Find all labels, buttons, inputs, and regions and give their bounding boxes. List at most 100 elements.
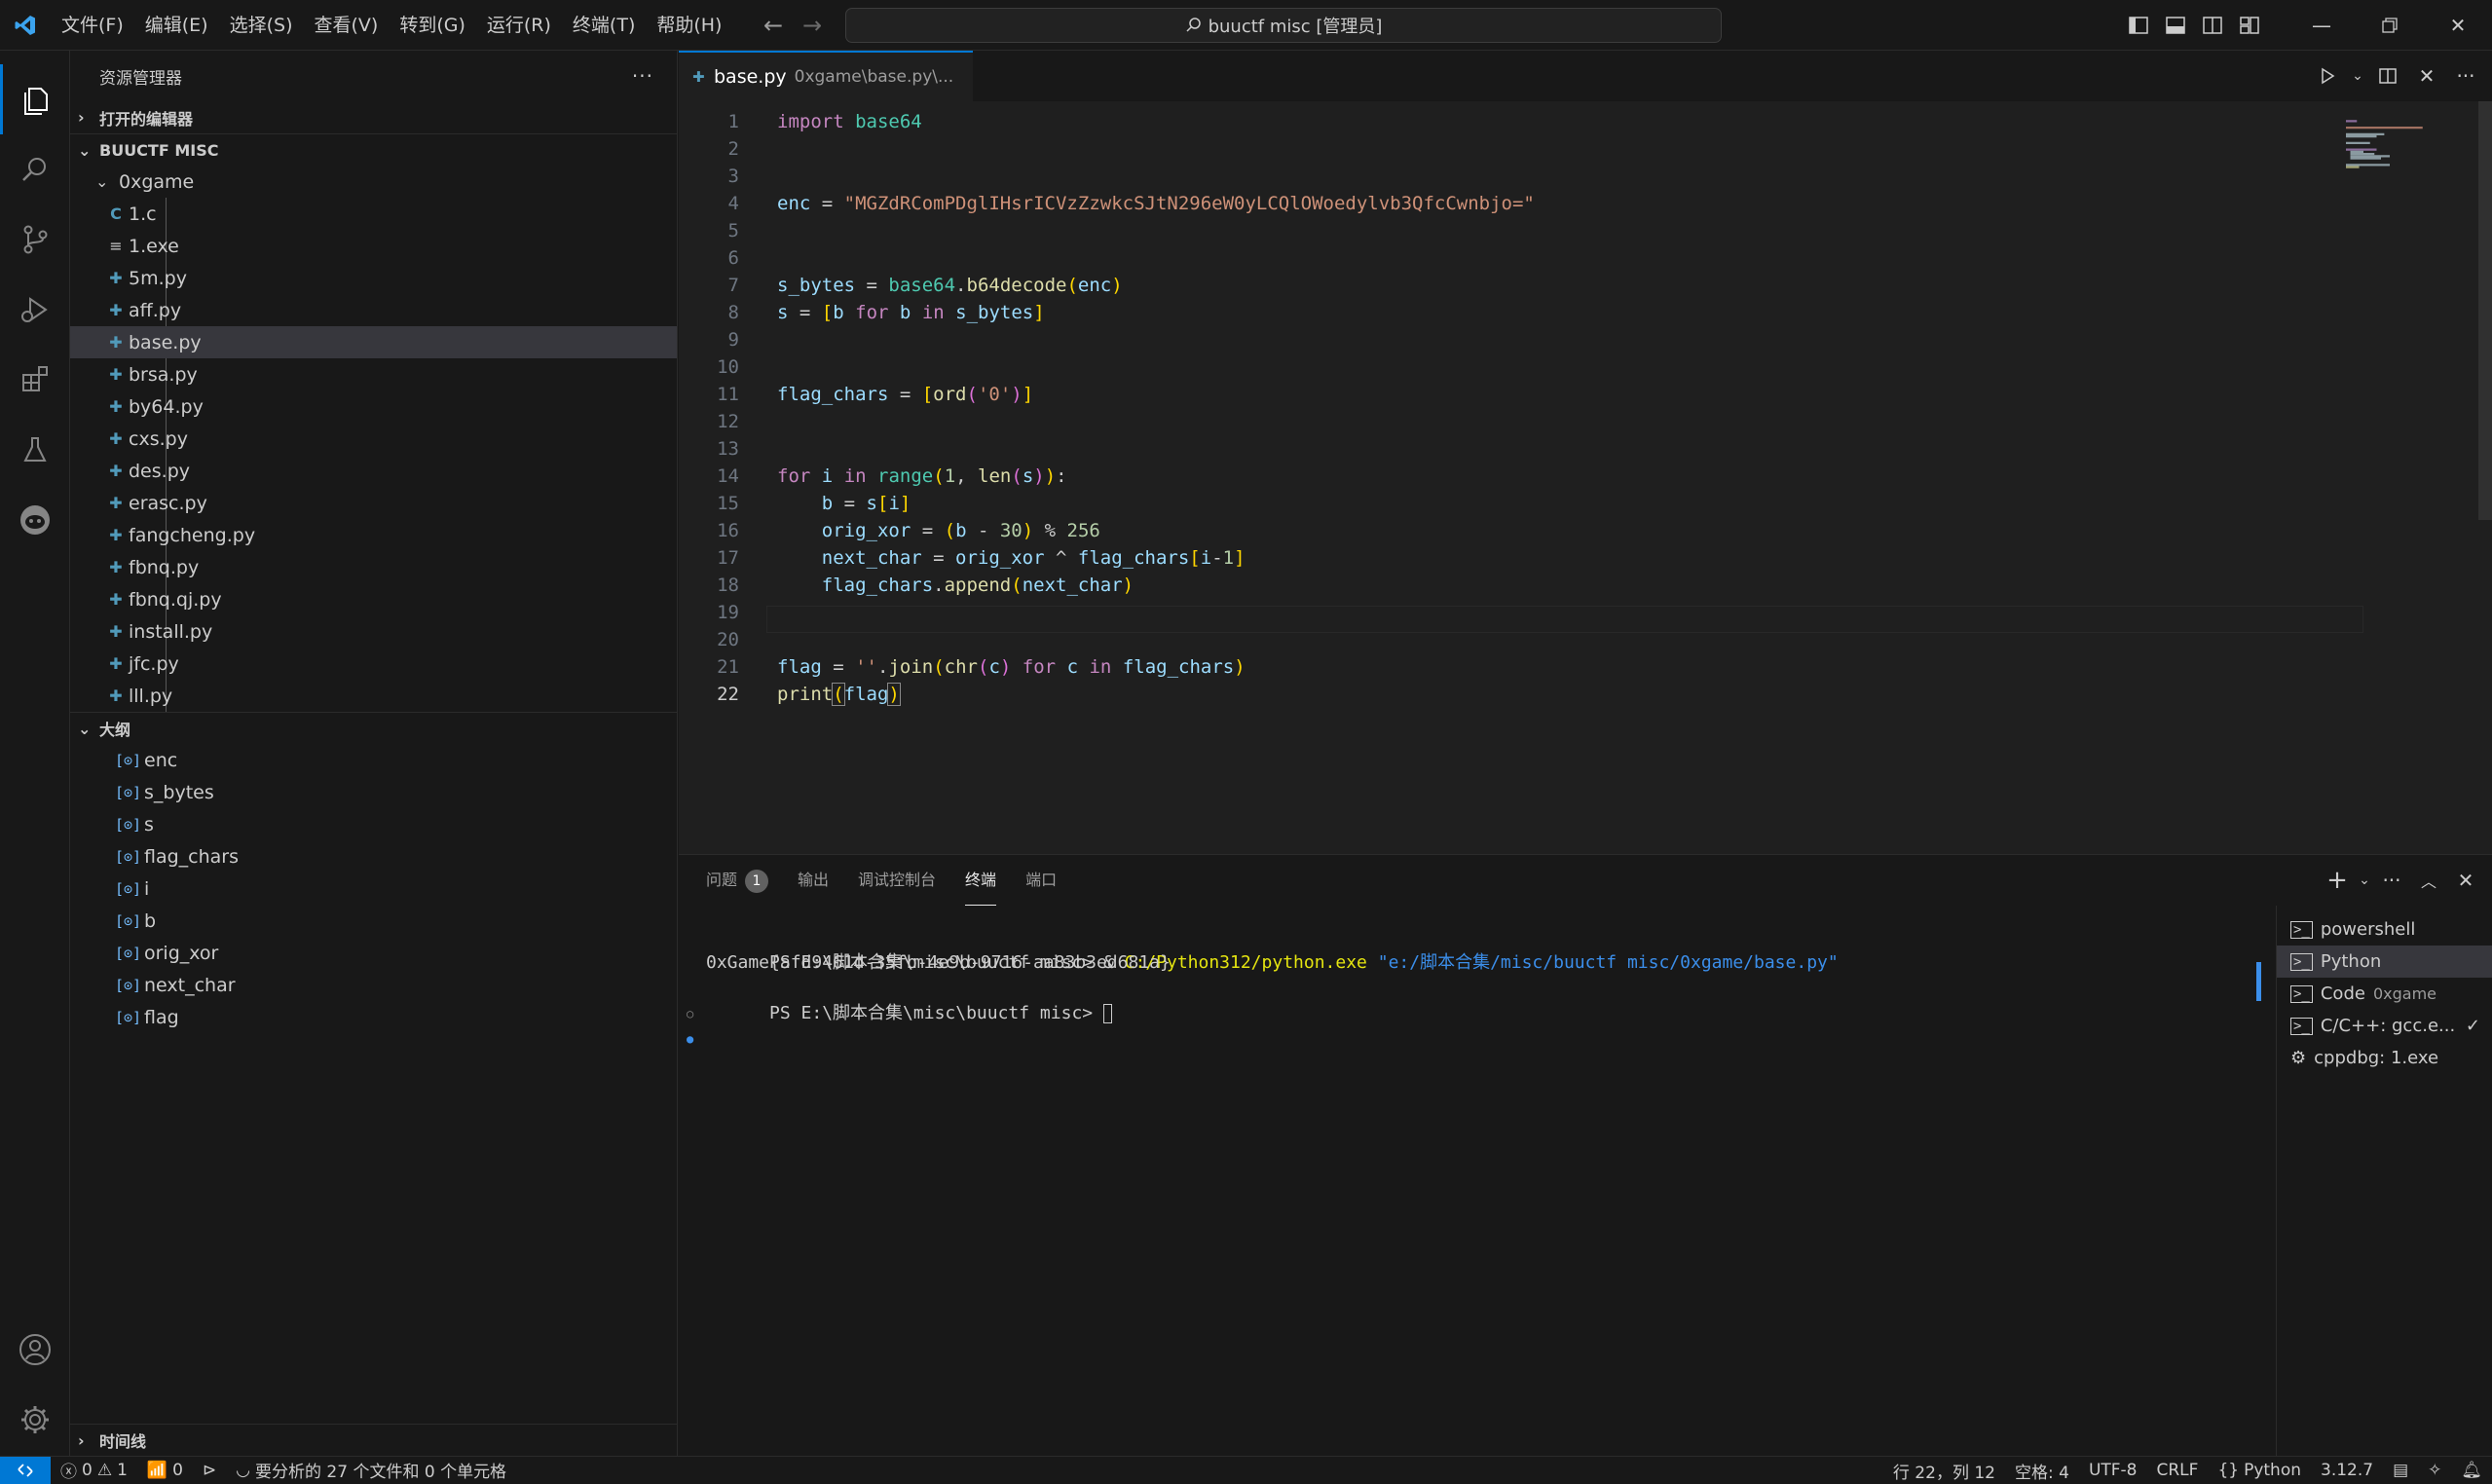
debug-status-icon[interactable]: ⊳ — [193, 1457, 226, 1484]
extensions-icon[interactable] — [0, 345, 70, 415]
open-editors-section[interactable]: › 打开的编辑器 — [70, 101, 677, 133]
more-actions-icon[interactable]: ··· — [2447, 57, 2484, 94]
file-item[interactable]: ✚ aff.py — [70, 294, 677, 326]
terminal-output[interactable]: PS E:\脚本合集\misc\buuctf misc> & C:/Python… — [687, 925, 1839, 1046]
file-item[interactable]: C 1.c — [70, 198, 677, 230]
maximize-panel-icon[interactable]: ︿ — [2410, 862, 2447, 899]
chevron-down-icon[interactable]: ⌄ — [2356, 862, 2373, 899]
more-actions-icon[interactable]: ··· — [632, 64, 653, 88]
terminal-item[interactable]: >_ Python — [2277, 946, 2492, 978]
toggle-primary-sidebar-icon[interactable] — [2120, 0, 2157, 51]
code-editor[interactable]: 1 import base64 2 3 4 enc = "MGZdRComPDglI… — [679, 101, 2492, 854]
file-item[interactable]: ≡ 1.exe — [70, 230, 677, 262]
loading-spinner-icon: ◡ — [236, 1460, 250, 1480]
more-actions-icon[interactable]: ··· — [2373, 862, 2410, 899]
terminal-item[interactable]: ⚙ cppdbg: 1.exe — [2277, 1042, 2492, 1074]
file-item[interactable]: ✚ fbnq.qj.py — [70, 583, 677, 615]
outline-section[interactable]: ⌄ 大纲 — [70, 712, 677, 744]
menu-go[interactable]: 转到(G) — [389, 8, 476, 43]
notifications-bell-icon[interactable]: 🔔︎ — [2451, 1457, 2492, 1484]
file-item[interactable]: ✚ erasc.py — [70, 487, 677, 519]
outline-item[interactable]: [⊙] b — [70, 905, 677, 937]
file-item[interactable]: ✚ 5m.py — [70, 262, 677, 294]
tab-terminal[interactable]: 终端 — [965, 855, 997, 906]
source-control-icon[interactable] — [0, 204, 70, 275]
tab-debug-console[interactable]: 调试控制台 — [858, 855, 936, 906]
timeline-section[interactable]: › 时间线 — [70, 1424, 678, 1456]
explorer-icon[interactable] — [0, 64, 70, 134]
outline-item[interactable]: [⊙] enc — [70, 744, 677, 776]
close-panel-icon[interactable]: ✕ — [2447, 862, 2484, 899]
new-terminal-icon[interactable]: + — [2319, 862, 2356, 899]
file-item[interactable]: ✚ cxs.py — [70, 423, 677, 455]
menu-selection[interactable]: 选择(S) — [219, 8, 304, 43]
file-item[interactable]: ✚ lll.py — [70, 680, 677, 712]
run-python-file-icon[interactable] — [2309, 57, 2346, 94]
terminal-item[interactable]: >_ C/C++: gcc.e... ✓ — [2277, 1010, 2492, 1042]
menu-edit[interactable]: 编辑(E) — [134, 8, 219, 43]
menu-terminal[interactable]: 终端(T) — [562, 8, 646, 43]
copilot-icon[interactable] — [0, 485, 70, 555]
customize-layout-icon[interactable] — [2231, 0, 2268, 51]
close-window-icon[interactable]: ✕ — [2424, 0, 2492, 51]
workspace-section[interactable]: ⌄ BUUCTF MISC — [70, 133, 677, 166]
close-editor-icon[interactable]: ✕ — [2408, 57, 2445, 94]
search-icon[interactable] — [0, 134, 70, 204]
terminal-item[interactable]: >_ Code 0xgame — [2277, 978, 2492, 1010]
command-center[interactable]: buuctf misc [管理员] — [845, 8, 1722, 43]
end-of-line[interactable]: CRLF — [2147, 1457, 2209, 1484]
terminal-item[interactable]: >_ powershell — [2277, 913, 2492, 946]
file-item[interactable]: ✚ by64.py — [70, 390, 677, 423]
menu-view[interactable]: 查看(V) — [304, 8, 390, 43]
account-icon[interactable] — [0, 1315, 70, 1385]
python-version[interactable]: 3.12.7 — [2311, 1457, 2383, 1484]
outline-item[interactable]: [⊙] s_bytes — [70, 776, 677, 808]
file-item[interactable]: ✚ brsa.py — [70, 358, 677, 390]
tab-output[interactable]: 输出 — [798, 855, 829, 906]
outline-item[interactable]: [⊙] flag_chars — [70, 840, 677, 872]
copilot-status-icon[interactable]: ✧ — [2418, 1457, 2451, 1484]
tab-ports[interactable]: 端口 — [1025, 855, 1057, 906]
menu-help[interactable]: 帮助(H) — [646, 8, 732, 43]
file-item[interactable]: ✚ install.py — [70, 615, 677, 648]
split-editor-icon[interactable] — [2369, 57, 2406, 94]
file-item[interactable]: ✚ fangcheng.py — [70, 519, 677, 551]
outline-item[interactable]: [⊙] i — [70, 872, 677, 905]
outline-item[interactable]: [⊙] flag — [70, 1001, 677, 1033]
restore-icon[interactable] — [2356, 0, 2424, 51]
menu-file[interactable]: 文件(F) — [51, 8, 134, 43]
menu-run[interactable]: 运行(R) — [476, 8, 562, 43]
problems-status[interactable]: ⓧ 0 ⚠ 1 — [51, 1457, 137, 1484]
language-mode[interactable]: {} Python — [2208, 1457, 2311, 1484]
tab-base-py[interactable]: ✚ base.py 0xgame\base.py\... — [679, 51, 974, 101]
minimap[interactable] — [2346, 115, 2434, 173]
braces-icon: {} — [2217, 1461, 2240, 1480]
code-line: 10 — [717, 356, 739, 378]
forward-arrow-icon[interactable]: → — [793, 6, 832, 45]
cursor-position[interactable]: 行 22，列 12 — [1883, 1457, 2005, 1484]
file-item[interactable]: ✚ jfc.py — [70, 648, 677, 680]
file-item[interactable]: ✚ des.py — [70, 455, 677, 487]
remote-indicator-icon[interactable] — [0, 1456, 51, 1484]
encoding[interactable]: UTF-8 — [2079, 1457, 2147, 1484]
run-debug-icon[interactable] — [0, 275, 70, 345]
ports-status[interactable]: 📶 0 — [137, 1457, 193, 1484]
outline-item[interactable]: [⊙] next_char — [70, 969, 677, 1001]
terminal-sub: 0xgame — [2372, 984, 2436, 1003]
file-item-selected[interactable]: ✚ base.py — [70, 326, 677, 358]
tab-problems[interactable]: 问题 1 — [706, 855, 769, 906]
testing-flask-icon[interactable] — [0, 415, 70, 485]
outline-item[interactable]: [⊙] orig_xor — [70, 937, 677, 969]
chevron-down-icon[interactable]: ⌄ — [2348, 57, 2367, 94]
toggle-secondary-sidebar-icon[interactable] — [2194, 0, 2231, 51]
file-info-icon[interactable]: ▤ — [2383, 1457, 2418, 1484]
settings-gear-icon[interactable] — [0, 1385, 70, 1455]
outline-item[interactable]: [⊙] s — [70, 808, 677, 840]
minimize-icon[interactable]: — — [2287, 0, 2356, 51]
indentation[interactable]: 空格: 4 — [2005, 1457, 2079, 1484]
toggle-panel-icon[interactable] — [2157, 0, 2194, 51]
editor-scrollbar[interactable] — [2478, 101, 2492, 520]
folder-0xgame[interactable]: ⌄ 0xgame — [70, 166, 677, 198]
back-arrow-icon[interactable]: ← — [754, 6, 793, 45]
file-item[interactable]: ✚ fbnq.py — [70, 551, 677, 583]
